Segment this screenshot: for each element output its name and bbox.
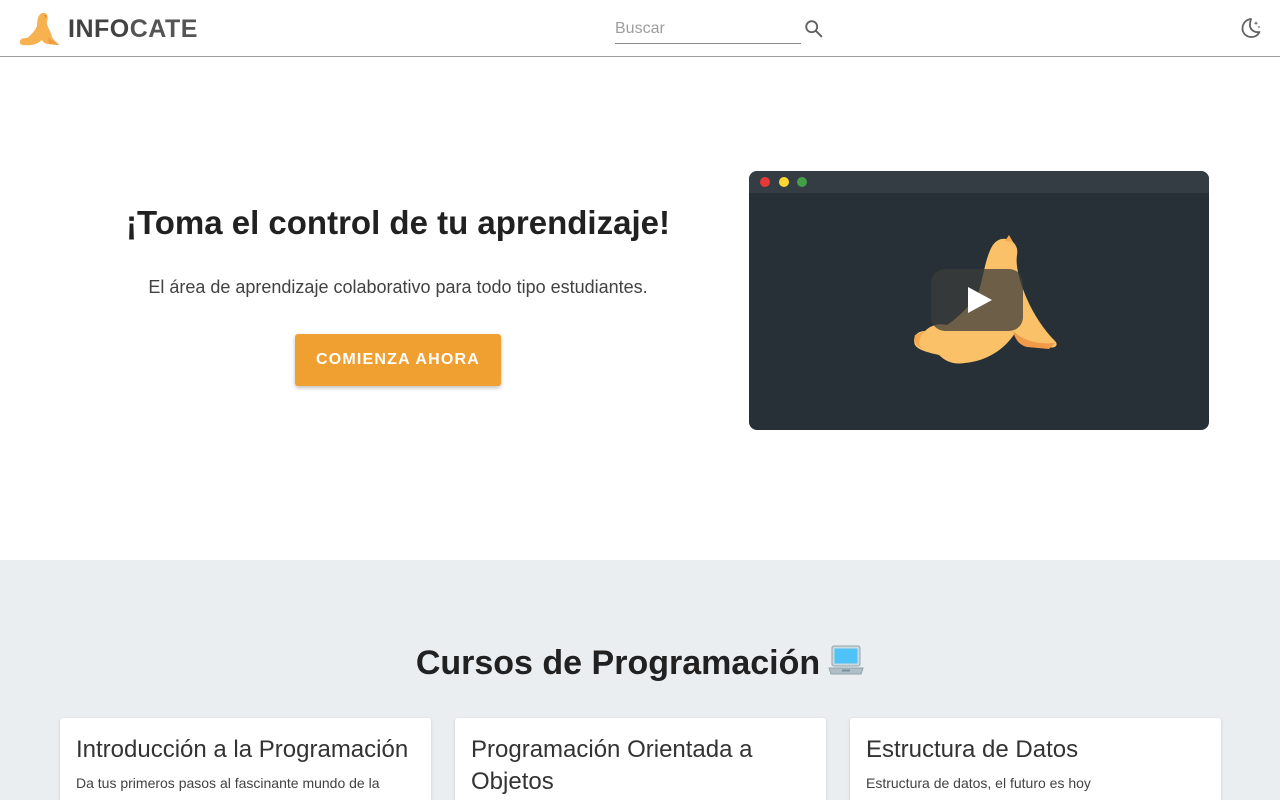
seal-logo-icon bbox=[19, 12, 60, 46]
start-now-button[interactable]: COMIENZA AHORA bbox=[295, 334, 501, 386]
moon-icon bbox=[1241, 18, 1261, 38]
course-card-description: Da tus primeros pasos al fascinante mund… bbox=[76, 775, 380, 791]
brand-name: INFOCATE bbox=[68, 14, 198, 43]
search-box bbox=[615, 14, 825, 45]
brand-name-suffix: CATE bbox=[129, 14, 198, 43]
hero-title: ¡Toma el control de tu aprendizaje! bbox=[126, 204, 670, 241]
course-card[interactable]: Estructura de Datos Estructura de datos,… bbox=[850, 718, 1221, 800]
window-maximize-dot bbox=[797, 177, 807, 187]
top-app-bar: INFOCATE bbox=[0, 0, 1280, 57]
hero-subtitle: El área de aprendizaje colaborativo para… bbox=[148, 277, 648, 297]
video-window-bar bbox=[749, 171, 1209, 193]
intro-video-player[interactable] bbox=[749, 171, 1209, 430]
courses-section-title-text: Cursos de Programación bbox=[415, 644, 821, 682]
courses-section-title: Cursos de Programación bbox=[0, 644, 1280, 683]
theme-toggle-button[interactable] bbox=[1239, 16, 1263, 40]
search-input[interactable] bbox=[615, 14, 801, 44]
course-card-title[interactable]: Introducción a la Programación bbox=[76, 734, 415, 766]
search-button[interactable] bbox=[803, 18, 825, 40]
course-card[interactable]: Introducción a la Programación Da tus pr… bbox=[60, 718, 431, 800]
course-card-title[interactable]: Programación Orientada a Objetos bbox=[471, 734, 810, 798]
brand-name-prefix: INFO bbox=[68, 14, 130, 43]
course-card-description: Estructura de datos, el futuro es hoy bbox=[866, 775, 1091, 791]
window-close-dot bbox=[760, 177, 770, 187]
search-icon bbox=[805, 20, 823, 38]
course-card[interactable]: Programación Orientada a Objetos bbox=[455, 718, 826, 800]
course-card-title[interactable]: Estructura de Datos bbox=[866, 734, 1205, 766]
brand-logo-link[interactable]: INFOCATE bbox=[18, 10, 198, 48]
courses-section: Cursos de Programación Introducción a la… bbox=[0, 560, 1280, 800]
window-minimize-dot bbox=[779, 177, 789, 187]
laptop-icon bbox=[828, 645, 864, 675]
video-play-button[interactable] bbox=[931, 269, 1023, 331]
